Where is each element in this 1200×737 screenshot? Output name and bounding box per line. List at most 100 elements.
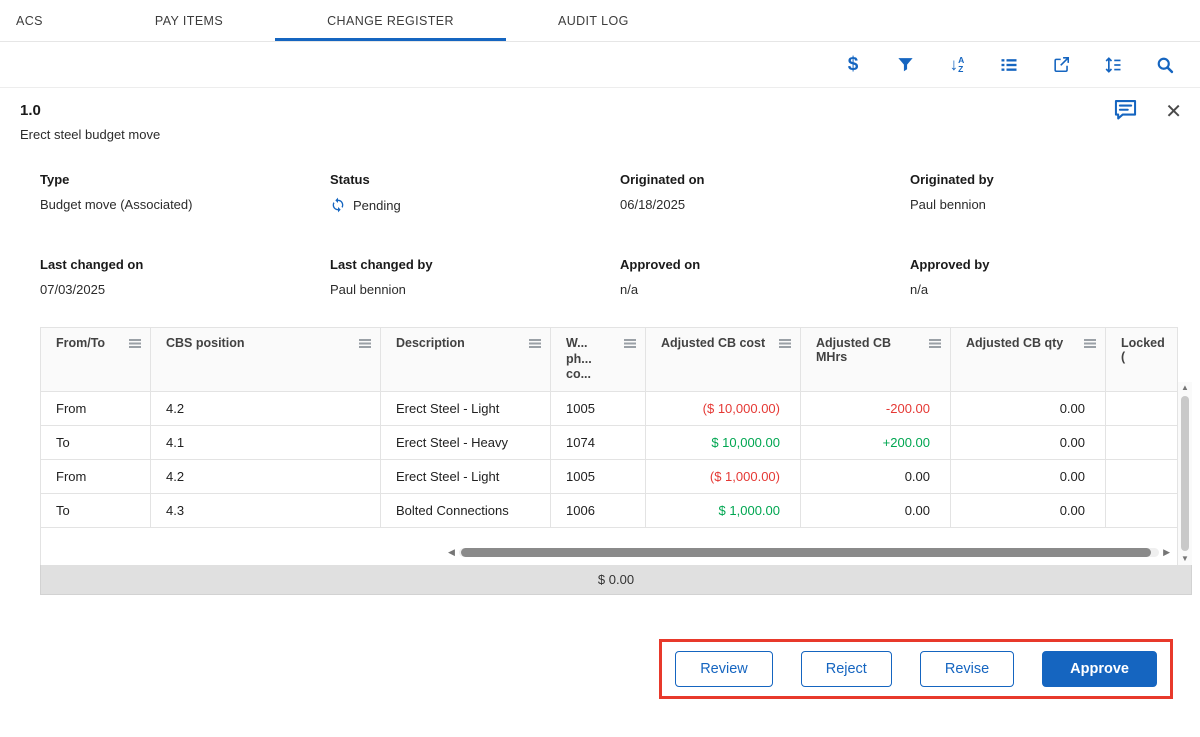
scroll-right-icon[interactable]: ▶ xyxy=(1163,548,1170,557)
top-tab-bar: ACS PAY ITEMS CHANGE REGISTER AUDIT LOG xyxy=(0,0,1200,42)
column-header-locked[interactable]: Locked ( xyxy=(1106,328,1178,392)
field-label: Type xyxy=(40,172,330,187)
pending-sync-icon xyxy=(330,197,346,213)
field-value: 06/18/2025 xyxy=(620,197,910,212)
horizontal-scroll-track[interactable] xyxy=(459,548,1159,557)
field-approved-on: Approved on n/a xyxy=(620,257,910,297)
field-label: Originated on xyxy=(620,172,910,187)
cell-cbs-position: 4.1 xyxy=(151,425,381,459)
approve-button[interactable]: Approve xyxy=(1042,651,1157,687)
cell-from-to: To xyxy=(41,425,151,459)
revise-button[interactable]: Revise xyxy=(920,651,1014,687)
cell-adjusted-cb-qty: 0.00 xyxy=(951,425,1106,459)
cell-wbs-phase-code: 1006 xyxy=(551,493,646,527)
field-originated-by: Originated by Paul bennion xyxy=(910,172,1158,213)
field-label: Last changed by xyxy=(330,257,620,272)
currency-icon[interactable]: $ xyxy=(842,54,864,76)
detail-fields: Type Budget move (Associated) Status Pen… xyxy=(20,142,1178,297)
field-label: Approved by xyxy=(910,257,1158,272)
column-filter-icon[interactable] xyxy=(358,338,372,350)
cell-wbs-phase-code: 1005 xyxy=(551,459,646,493)
horizontal-scrollbar[interactable]: ◀ ▶ xyxy=(448,546,1170,558)
cell-wbs-phase-code: 1005 xyxy=(551,391,646,425)
cell-adjusted-cb-cost: $ 1,000.00 xyxy=(646,493,801,527)
column-header-description[interactable]: Description xyxy=(381,328,551,392)
column-filter-icon[interactable] xyxy=(528,338,542,350)
cell-locked xyxy=(1106,459,1178,493)
field-value: 07/03/2025 xyxy=(40,282,330,297)
cell-description: Erect Steel - Heavy xyxy=(381,425,551,459)
grid-toolbar: $ ↓AZ xyxy=(0,42,1200,88)
filter-icon[interactable] xyxy=(894,54,916,76)
horizontal-scroll-thumb[interactable] xyxy=(461,548,1151,557)
field-value: n/a xyxy=(910,282,1158,297)
cell-adjusted-cb-mhrs: 0.00 xyxy=(801,493,951,527)
scroll-up-icon[interactable]: ▲ xyxy=(1181,382,1189,394)
sort-az-icon[interactable]: ↓AZ xyxy=(946,54,968,76)
table-row[interactable]: To 4.1 Erect Steel - Heavy 1074 $ 10,000… xyxy=(41,425,1178,459)
field-type: Type Budget move (Associated) xyxy=(40,172,330,213)
scroll-down-icon[interactable]: ▼ xyxy=(1181,553,1189,565)
column-header-from-to[interactable]: From/To xyxy=(41,328,151,392)
cell-locked xyxy=(1106,425,1178,459)
cell-from-to: From xyxy=(41,459,151,493)
row-height-icon[interactable] xyxy=(1102,54,1124,76)
cell-adjusted-cb-qty: 0.00 xyxy=(951,459,1106,493)
field-originated-on: Originated on 06/18/2025 xyxy=(620,172,910,213)
tab-change-register[interactable]: CHANGE REGISTER xyxy=(275,0,506,41)
cell-from-to: To xyxy=(41,493,151,527)
column-filter-icon[interactable] xyxy=(1083,338,1097,350)
cell-description: Bolted Connections xyxy=(381,493,551,527)
table-row[interactable]: To 4.3 Bolted Connections 1006 $ 1,000.0… xyxy=(41,493,1178,527)
cell-description: Erect Steel - Light xyxy=(381,391,551,425)
comments-icon[interactable] xyxy=(1112,96,1139,128)
column-filter-icon[interactable] xyxy=(928,338,942,350)
field-value: Paul bennion xyxy=(910,197,1158,212)
vertical-scrollbar[interactable]: ▲ ▼ xyxy=(1178,382,1192,565)
tab-pay-items[interactable]: PAY ITEMS xyxy=(103,0,275,41)
column-header-adjusted-cb-qty[interactable]: Adjusted CB qty xyxy=(951,328,1106,392)
reject-button[interactable]: Reject xyxy=(801,651,892,687)
close-icon[interactable]: ✕ xyxy=(1165,102,1182,122)
header-row: From/To CBS position Description W... ph… xyxy=(41,328,1178,392)
field-label: Originated by xyxy=(910,172,1158,187)
scroll-left-icon[interactable]: ◀ xyxy=(448,548,455,557)
tab-label: CHANGE REGISTER xyxy=(327,14,454,28)
table-row[interactable]: From 4.2 Erect Steel - Light 1005 ($ 1,0… xyxy=(41,459,1178,493)
export-icon[interactable] xyxy=(1050,54,1072,76)
tab-audit-log[interactable]: AUDIT LOG xyxy=(506,0,681,41)
detail-header-icons: ✕ xyxy=(1112,96,1182,128)
cell-cbs-position: 4.2 xyxy=(151,391,381,425)
column-filter-icon[interactable] xyxy=(778,338,792,350)
cell-wbs-phase-code: 1074 xyxy=(551,425,646,459)
vertical-scroll-thumb[interactable] xyxy=(1181,396,1189,551)
cell-locked xyxy=(1106,391,1178,425)
cell-adjusted-cb-mhrs: 0.00 xyxy=(801,459,951,493)
column-header-cbs-position[interactable]: CBS position xyxy=(151,328,381,392)
column-header-adjusted-cb-mhrs[interactable]: Adjusted CB MHrs xyxy=(801,328,951,392)
cell-from-to: From xyxy=(41,391,151,425)
cell-description: Erect Steel - Light xyxy=(381,459,551,493)
field-approved-by: Approved by n/a xyxy=(910,257,1158,297)
change-description: Erect steel budget move xyxy=(20,127,1178,142)
column-header-adjusted-cb-cost[interactable]: Adjusted CB cost xyxy=(646,328,801,392)
column-filter-icon[interactable] xyxy=(128,338,142,350)
cell-adjusted-cb-cost: ($ 1,000.00) xyxy=(646,459,801,493)
search-icon[interactable] xyxy=(1154,54,1176,76)
grid-scroll-area: From/To CBS position Description W... ph… xyxy=(40,327,1192,565)
field-value: Paul bennion xyxy=(330,282,620,297)
table-row[interactable]: From 4.2 Erect Steel - Light 1005 ($ 10,… xyxy=(41,391,1178,425)
field-last-changed-on: Last changed on 07/03/2025 xyxy=(40,257,330,297)
column-filter-icon[interactable] xyxy=(623,338,637,350)
list-view-icon[interactable] xyxy=(998,54,1020,76)
cell-locked xyxy=(1106,493,1178,527)
workflow-actions: Review Reject Revise Approve xyxy=(20,639,1178,699)
field-label: Last changed on xyxy=(40,257,330,272)
review-button[interactable]: Review xyxy=(675,651,773,687)
tab-acs[interactable]: ACS xyxy=(0,0,103,41)
field-label: Approved on xyxy=(620,257,910,272)
column-header-wbs-phase-code[interactable]: W... ph... co... xyxy=(551,328,646,392)
tab-label: ACS xyxy=(16,14,43,28)
table-footer-total-bar: $ 0.00 xyxy=(40,565,1192,595)
change-items-table: From/To CBS position Description W... ph… xyxy=(40,327,1178,565)
